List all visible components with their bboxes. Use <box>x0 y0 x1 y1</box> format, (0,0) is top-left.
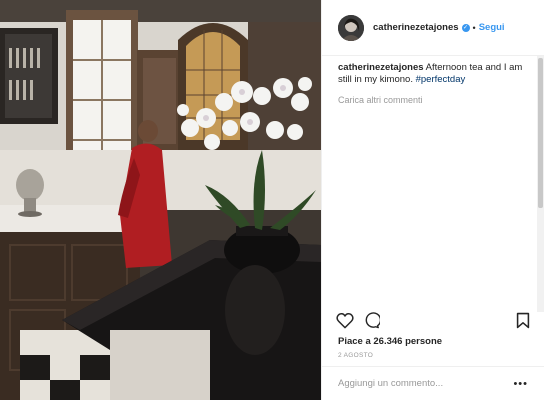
bookmark-icon[interactable] <box>516 312 530 334</box>
comment-input[interactable] <box>338 378 514 389</box>
post-details-panel: catherinezetajones ✓ • Segui catherineze… <box>321 0 544 400</box>
comment-icon[interactable] <box>363 312 382 334</box>
post-header: catherinezetajones ✓ • Segui <box>322 0 544 56</box>
comments-scrollbar[interactable] <box>537 56 544 312</box>
separator-dot: • <box>472 22 476 33</box>
more-options-icon[interactable]: ••• <box>513 378 528 390</box>
verified-badge-icon: ✓ <box>461 23 470 32</box>
kitchen-photo <box>0 0 321 400</box>
follow-button[interactable]: Segui <box>479 22 505 33</box>
caption-username[interactable]: catherinezetajones <box>338 62 424 73</box>
caption: catherinezetajones Afternoon tea and I a… <box>338 62 528 86</box>
scrollbar-thumb[interactable] <box>538 58 543 208</box>
post-photo[interactable] <box>0 0 321 400</box>
post-date[interactable]: 2 AGOSTO <box>338 352 373 359</box>
header-username[interactable]: catherinezetajones <box>373 22 459 33</box>
load-more-comments-link[interactable]: Carica altri commenti <box>338 94 528 106</box>
comments-section: catherinezetajones Afternoon tea and I a… <box>338 62 528 106</box>
action-bar <box>336 312 530 332</box>
caption-hashtag[interactable]: #perfectday <box>416 74 466 85</box>
add-comment-bar: ••• <box>322 366 544 400</box>
avatar[interactable] <box>338 14 364 41</box>
likes-count[interactable]: Piace a 26.346 persone <box>338 336 442 347</box>
heart-icon[interactable] <box>336 312 354 334</box>
